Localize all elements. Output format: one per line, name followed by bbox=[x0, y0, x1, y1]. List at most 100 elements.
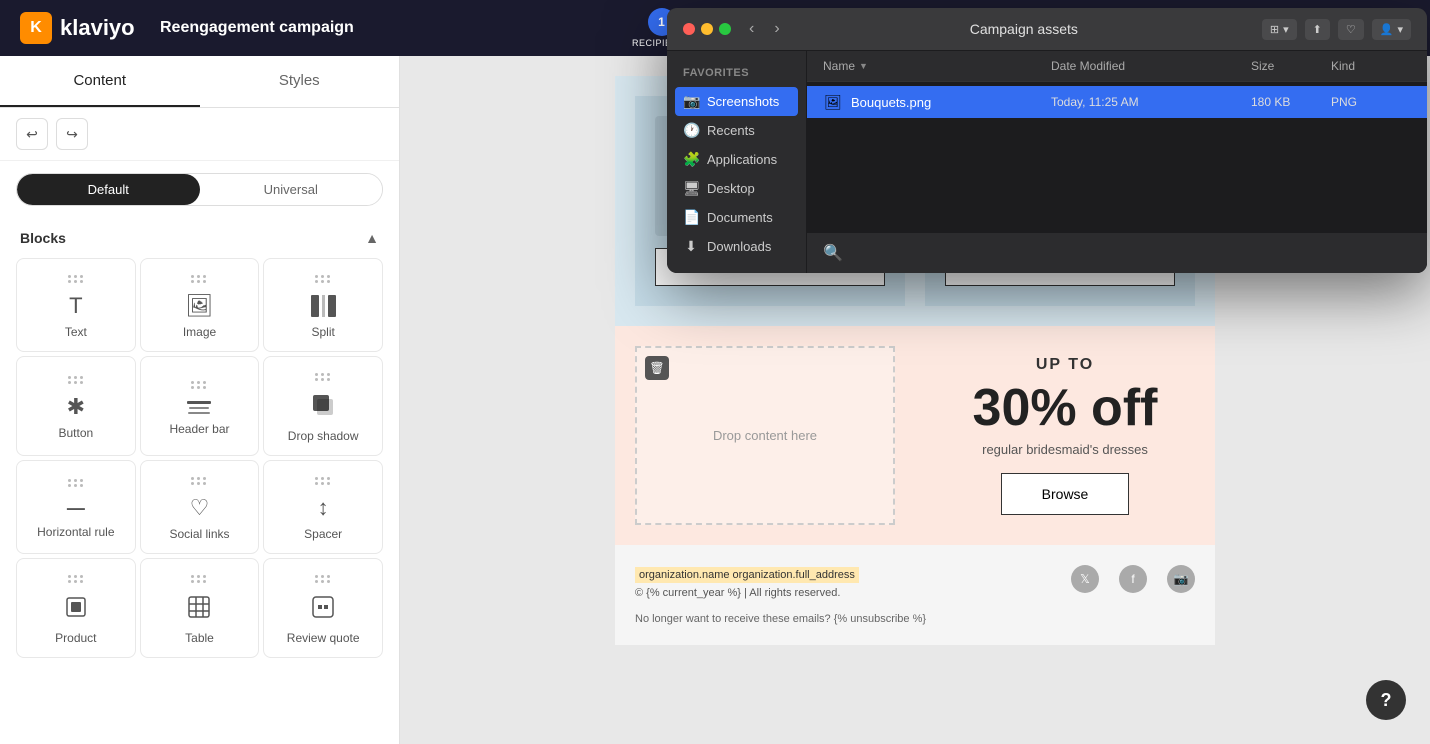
favorites-button[interactable]: ♡ bbox=[1338, 19, 1364, 40]
col-date-header[interactable]: Date Modified bbox=[1051, 59, 1251, 73]
tab-styles[interactable]: Styles bbox=[200, 56, 400, 107]
toolbar-row: ↩ ↪ bbox=[0, 108, 399, 161]
sidebar-item-screenshots[interactable]: 📷 Screenshots bbox=[675, 87, 798, 116]
block-header-bar-label: Header bar bbox=[169, 422, 229, 436]
view-default[interactable]: Default bbox=[17, 174, 200, 205]
file-dialog[interactable]: ‹ › Campaign assets ⊞ ▾ ⬆ ♡ 👤 ▾ Favorite… bbox=[667, 8, 1427, 273]
block-drop-shadow[interactable]: Drop shadow bbox=[263, 356, 383, 456]
twitter-icon[interactable]: 𝕏 bbox=[1071, 565, 1099, 593]
blocks-chevron-icon[interactable]: ▲ bbox=[365, 230, 379, 246]
product-block-icon bbox=[64, 595, 88, 623]
file-name-bouquets: Bouquets.png bbox=[851, 95, 1051, 110]
account-button[interactable]: 👤 ▾ bbox=[1372, 19, 1411, 40]
block-product-label: Product bbox=[55, 631, 96, 645]
sidebar-item-applications[interactable]: 🧩 Applications bbox=[667, 145, 806, 174]
undo-button[interactable]: ↩ bbox=[16, 118, 48, 150]
screenshots-label: Screenshots bbox=[707, 94, 779, 109]
block-image[interactable]: 🖼 Image bbox=[140, 258, 260, 352]
panel-tabs: Content Styles bbox=[0, 56, 399, 108]
view-universal[interactable]: Universal bbox=[200, 174, 383, 205]
logo: K klaviyo bbox=[20, 12, 140, 44]
block-review-quote[interactable]: Review quote bbox=[263, 558, 383, 658]
block-header-bar[interactable]: Header bar bbox=[140, 356, 260, 456]
col-size-header[interactable]: Size bbox=[1251, 59, 1331, 73]
browse-button[interactable]: Browse bbox=[1001, 473, 1130, 515]
applications-icon: 🧩 bbox=[683, 151, 699, 168]
header-bar-block-icon bbox=[187, 401, 211, 414]
sort-arrow-icon: ▼ bbox=[859, 61, 868, 71]
promo-percent: 30% off bbox=[973, 382, 1158, 434]
col-name-header[interactable]: Name ▼ bbox=[823, 59, 1051, 73]
account-icon: 👤 bbox=[1380, 23, 1394, 36]
facebook-icon[interactable]: f bbox=[1119, 565, 1147, 593]
promo-up-to: UP TO bbox=[1036, 356, 1094, 374]
blocks-grid: T Text 🖼 Image Split bbox=[0, 254, 399, 662]
file-icon-bouquets: 🖼 bbox=[823, 92, 843, 112]
maximize-window-button[interactable] bbox=[719, 23, 731, 35]
table-block-icon bbox=[187, 595, 211, 623]
social-links-block-icon: ♡ bbox=[190, 497, 210, 519]
desktop-label: Desktop bbox=[707, 181, 755, 196]
block-horizontal-rule[interactable]: — Horizontal rule bbox=[16, 460, 136, 554]
drop-zone-label: Drop content here bbox=[713, 428, 817, 443]
block-image-label: Image bbox=[183, 325, 216, 339]
block-social-links[interactable]: ♡ Social links bbox=[140, 460, 260, 554]
redo-button[interactable]: ↪ bbox=[56, 118, 88, 150]
drop-zone-delete[interactable]: 🗑 bbox=[645, 356, 669, 380]
grid-icon: ⊞ bbox=[1270, 23, 1279, 36]
email-footer: organization.name organization.full_addr… bbox=[615, 545, 1215, 645]
block-table-label: Table bbox=[185, 631, 214, 645]
documents-icon: 📄 bbox=[683, 209, 699, 226]
footer-social: 𝕏 f 📷 bbox=[1071, 565, 1195, 593]
close-window-button[interactable] bbox=[683, 23, 695, 35]
block-split[interactable]: Split bbox=[263, 258, 383, 352]
image-block-icon: 🖼 bbox=[186, 295, 214, 317]
logo-text: klaviyo bbox=[60, 15, 135, 41]
text-block-icon: T bbox=[69, 295, 82, 317]
screenshots-icon: 📷 bbox=[683, 93, 699, 110]
block-drop-shadow-label: Drop shadow bbox=[288, 429, 359, 443]
file-list-body: 🖼 Bouquets.png Today, 11:25 AM 180 KB PN… bbox=[807, 82, 1427, 232]
blocks-title: Blocks bbox=[20, 230, 66, 246]
help-button[interactable]: ? bbox=[1366, 680, 1406, 720]
documents-label: Documents bbox=[707, 210, 773, 225]
block-table[interactable]: Table bbox=[140, 558, 260, 658]
view-options-button[interactable]: ⊞ ▾ bbox=[1262, 19, 1297, 40]
sidebar-favorites-label: Favorites bbox=[667, 63, 806, 87]
block-text-label: Text bbox=[65, 325, 87, 339]
sidebar-item-desktop[interactable]: 🖥 Desktop bbox=[667, 174, 806, 203]
split-block-icon bbox=[311, 295, 336, 317]
share-button[interactable]: ⬆ bbox=[1305, 19, 1330, 40]
recents-icon: 🕐 bbox=[683, 122, 699, 139]
recents-label: Recents bbox=[707, 123, 755, 138]
nav-back-button[interactable]: ‹ bbox=[743, 18, 760, 40]
block-button-label: Button bbox=[58, 426, 93, 440]
dialog-titlebar: ‹ › Campaign assets ⊞ ▾ ⬆ ♡ 👤 ▾ bbox=[667, 8, 1427, 51]
col-kind-header[interactable]: Kind bbox=[1331, 59, 1411, 73]
sidebar-item-downloads[interactable]: ⬇ Downloads bbox=[667, 232, 806, 261]
dialog-title: Campaign assets bbox=[798, 21, 1250, 37]
spacer-block-icon: ↕ bbox=[318, 497, 329, 519]
dialog-nav: ‹ › bbox=[743, 18, 786, 40]
search-button[interactable]: 🔍 bbox=[823, 243, 843, 263]
block-product[interactable]: Product bbox=[16, 558, 136, 658]
blocks-header: Blocks ▲ bbox=[0, 218, 399, 254]
block-button[interactable]: ✱ Button bbox=[16, 356, 136, 456]
block-social-links-label: Social links bbox=[169, 527, 229, 541]
instagram-icon[interactable]: 📷 bbox=[1167, 565, 1195, 593]
file-row-bouquets[interactable]: 🖼 Bouquets.png Today, 11:25 AM 180 KB PN… bbox=[807, 86, 1427, 118]
button-block-icon: ✱ bbox=[67, 396, 85, 418]
minimize-window-button[interactable] bbox=[701, 23, 713, 35]
sidebar-item-documents[interactable]: 📄 Documents bbox=[667, 203, 806, 232]
drop-zone[interactable]: 🗑 Drop content here bbox=[635, 346, 895, 525]
block-text[interactable]: T Text bbox=[16, 258, 136, 352]
block-spacer[interactable]: ↕ Spacer bbox=[263, 460, 383, 554]
block-horizontal-rule-label: Horizontal rule bbox=[37, 525, 114, 539]
dialog-body: Favorites 📷 Screenshots 🕐 Recents 🧩 Appl… bbox=[667, 51, 1427, 273]
footer-unsubscribe: No longer want to receive these emails? … bbox=[635, 613, 1195, 625]
logo-icon: K bbox=[20, 12, 52, 44]
tab-content[interactable]: Content bbox=[0, 56, 200, 107]
dialog-footer: 🔍 bbox=[807, 232, 1427, 273]
nav-forward-button[interactable]: › bbox=[768, 18, 785, 40]
sidebar-item-recents[interactable]: 🕐 Recents bbox=[667, 116, 806, 145]
